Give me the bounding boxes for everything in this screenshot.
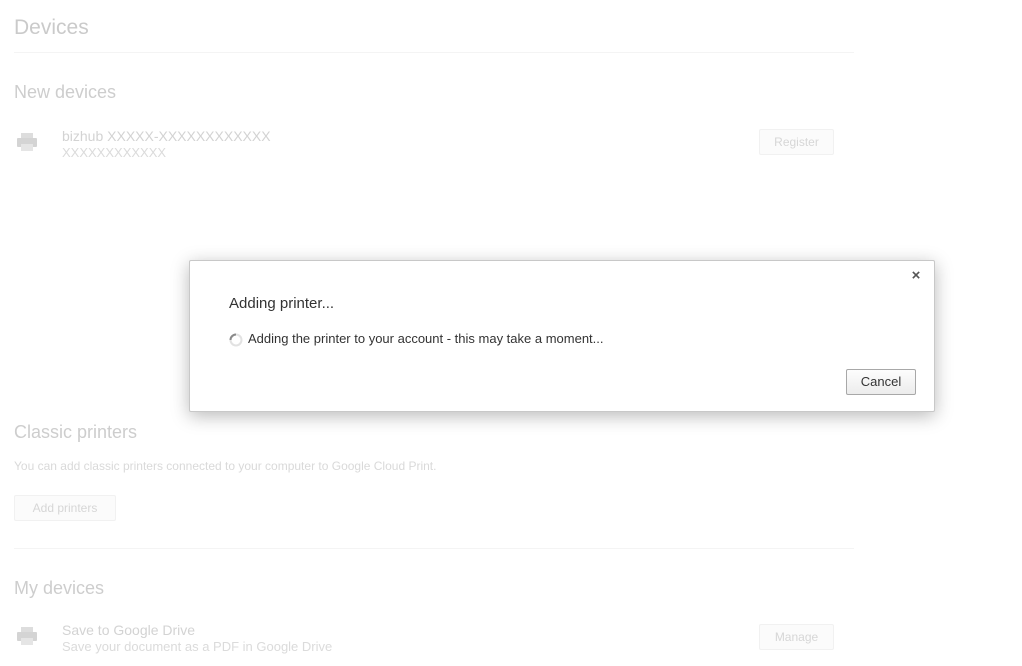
devices-page: Devices New devices bizhub XXXXX-XXXXXXX…	[0, 0, 1022, 666]
cancel-button[interactable]: Cancel	[846, 369, 916, 395]
spinner-icon	[229, 333, 243, 347]
close-icon[interactable]: ×	[908, 268, 924, 284]
adding-printer-dialog: × Adding printer... Adding the printer t…	[189, 260, 935, 412]
dialog-message: Adding the printer to your account - thi…	[248, 331, 604, 346]
dialog-title: Adding printer...	[229, 295, 335, 312]
